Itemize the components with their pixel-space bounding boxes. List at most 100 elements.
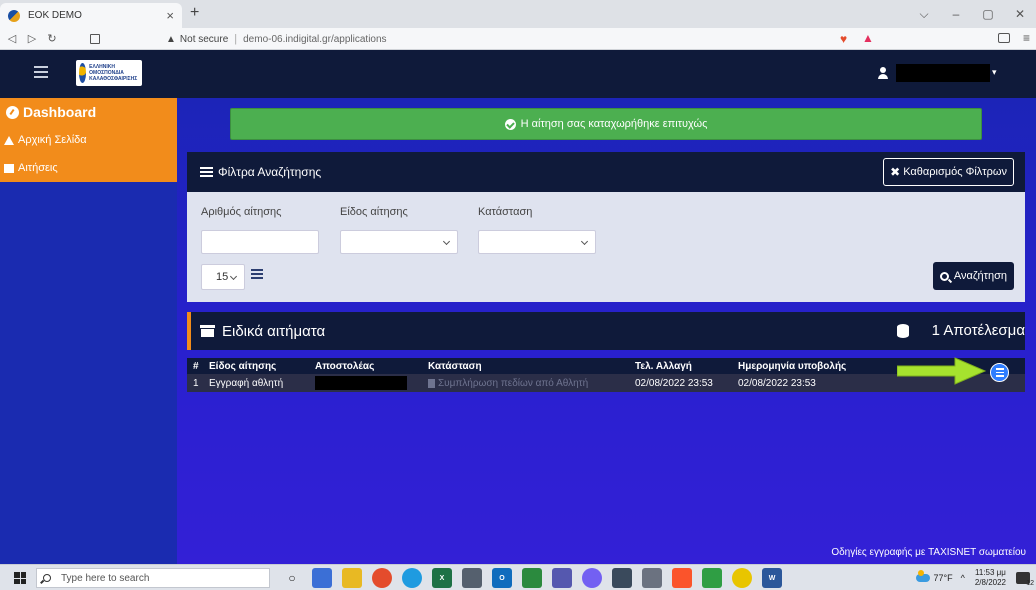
- weather-icon[interactable]: [915, 570, 930, 582]
- windows-start-icon[interactable]: [14, 572, 26, 584]
- search-label: Αναζήτηση: [953, 270, 1007, 282]
- list-icon: [251, 269, 263, 279]
- viber-icon[interactable]: [582, 568, 602, 588]
- minimize-icon[interactable]: –: [940, 0, 972, 28]
- application-number-label: Αριθμός αίτησης: [201, 206, 282, 218]
- browser-menu-icon[interactable]: ≡: [1023, 31, 1030, 45]
- brave-rewards-icon[interactable]: ▲: [862, 31, 874, 45]
- warning-icon: ▲: [166, 33, 176, 45]
- bookmark-icon[interactable]: [90, 33, 100, 44]
- filters-body: Αριθμός αίτησης Είδος αίτησης Κατάσταση …: [187, 192, 1025, 302]
- sidebar-dashboard[interactable]: Dashboard: [0, 98, 177, 126]
- sidebar-item-label: Αρχική Σελίδα: [18, 134, 87, 146]
- new-tab-button[interactable]: +: [190, 4, 199, 22]
- app-icon[interactable]: [462, 568, 482, 588]
- archive-icon: [200, 325, 215, 337]
- app-icon[interactable]: [702, 568, 722, 588]
- url-separator: |: [234, 33, 238, 45]
- logo-mark-icon: [79, 63, 87, 83]
- app-icon[interactable]: [612, 568, 632, 588]
- taskbar-search-input[interactable]: Type here to search: [36, 568, 270, 588]
- chrome-icon[interactable]: [372, 568, 392, 588]
- browser-tab-strip: EOK DEMO × + ⌵ – ▢ ✕: [0, 0, 1036, 28]
- search-icon: [939, 271, 949, 281]
- cortana-icon[interactable]: ○: [282, 568, 302, 588]
- reload-icon[interactable]: ↻: [44, 32, 60, 45]
- url-field[interactable]: ▲ Not secure | demo-06.indigital.gr/appl…: [166, 30, 886, 48]
- favicon-icon: [8, 9, 20, 22]
- windows-taskbar: Type here to search ○ X O W 77°F ^ 11:53…: [0, 564, 1036, 590]
- dashboard-icon: [6, 105, 19, 119]
- user-caret-icon[interactable]: ▾: [992, 67, 997, 78]
- close-icon: ✖: [890, 165, 901, 179]
- check-circle-icon: [504, 118, 516, 130]
- clock-date: 2/8/2022: [974, 578, 1006, 587]
- temperature[interactable]: 77°F: [934, 573, 953, 583]
- search-icon: [43, 574, 51, 582]
- url-text: demo-06.indigital.gr/applications: [243, 33, 387, 45]
- application-number-input[interactable]: [201, 230, 319, 254]
- clock-time: 11:53 μμ: [974, 568, 1006, 577]
- notification-icon[interactable]: 12: [1016, 572, 1034, 587]
- sidebar: Dashboard Αρχική Σελίδα Αιτήσεις: [0, 98, 177, 564]
- search-button[interactable]: Αναζήτηση: [932, 262, 1014, 290]
- document-icon: [428, 378, 435, 388]
- file-explorer-icon[interactable]: [342, 568, 362, 588]
- sidebar-item-home[interactable]: Αρχική Σελίδα: [0, 126, 177, 154]
- status-select[interactable]: [478, 230, 596, 254]
- taxisnet-instructions-link[interactable]: Οδηγίες εγγραφής με TAXISNET σωματείου: [831, 547, 1026, 558]
- application-type-select[interactable]: [340, 230, 458, 254]
- taskbar-apps: ○ X O W: [282, 568, 782, 588]
- browser-tab[interactable]: EOK DEMO ×: [0, 3, 182, 28]
- teams-icon[interactable]: [552, 568, 572, 588]
- user-icon[interactable]: [878, 67, 888, 79]
- main-content: Η αίτηση σας καταχωρήθηκε επιτυχώς Φίλτρ…: [177, 98, 1036, 564]
- system-tray: 77°F ^ 11:53 μμ 2/8/2022 12: [915, 565, 1036, 590]
- word-icon[interactable]: W: [762, 568, 782, 588]
- outlook-icon[interactable]: O: [492, 568, 512, 588]
- column-header[interactable]: Ημερομηνία υποβολής: [738, 361, 846, 372]
- hamburger-menu-icon[interactable]: [34, 66, 48, 78]
- sidebar-panel-icon[interactable]: [998, 33, 1010, 43]
- tabs-dropdown-icon[interactable]: ⌵: [908, 0, 940, 28]
- federation-logo[interactable]: ΕΛΛΗΝΙΚΗ ΟΜΟΣΠΟΝΔΙΑ ΚΑΛΑΘΟΣΦΑΙΡΙΣΗΣ: [76, 60, 142, 86]
- maximize-icon[interactable]: ▢: [972, 0, 1004, 28]
- column-header[interactable]: Αποστολέας: [315, 361, 374, 372]
- close-window-icon[interactable]: ✕: [1004, 0, 1036, 28]
- task-view-icon[interactable]: [312, 568, 332, 588]
- alert-message: Η αίτηση σας καταχωρήθηκε επιτυχώς: [520, 118, 708, 130]
- address-bar: ◁ ▷ ↻ ▲ Not secure | demo-06.indigital.g…: [0, 28, 1036, 50]
- excel-icon[interactable]: X: [432, 568, 452, 588]
- tab-close-icon[interactable]: ×: [166, 8, 174, 23]
- success-alert: Η αίτηση σας καταχωρήθηκε επιτυχώς: [230, 108, 982, 140]
- row-status-text: Συμπλήρωση πεδίων από Αθλητή: [438, 377, 589, 389]
- filters-header: Φίλτρα Αναζήτησης ✖ Καθαρισμός Φίλτρων: [187, 152, 1025, 192]
- row-index: 1: [193, 377, 199, 389]
- back-icon[interactable]: ◁: [4, 32, 20, 45]
- sidebar-item-label: Αιτήσεις: [18, 162, 58, 174]
- per-page-value: 15: [216, 271, 229, 283]
- brave-icon[interactable]: [672, 568, 692, 588]
- forward-icon[interactable]: ▷: [24, 32, 40, 45]
- column-header[interactable]: Τελ. Αλλαγή: [635, 361, 692, 372]
- edge-icon[interactable]: [402, 568, 422, 588]
- per-page-select[interactable]: 15: [201, 264, 245, 290]
- security-label: Not secure: [179, 33, 229, 45]
- home-icon: [4, 135, 14, 145]
- column-header[interactable]: Είδος αίτησης: [209, 361, 276, 372]
- app-icon[interactable]: [522, 568, 542, 588]
- app-icon[interactable]: [642, 568, 662, 588]
- taskbar-search-placeholder: Type here to search: [61, 572, 150, 584]
- clock[interactable]: 11:53 μμ 2/8/2022: [975, 568, 1006, 588]
- row-last-change: 02/08/2022 23:53: [635, 377, 713, 389]
- folder-icon: [4, 163, 14, 173]
- tray-chevron-icon[interactable]: ^: [961, 573, 965, 583]
- brave-shield-icon[interactable]: ♥: [840, 32, 847, 46]
- app-icon[interactable]: [732, 568, 752, 588]
- sidebar-item-applications[interactable]: Αιτήσεις: [0, 154, 177, 182]
- user-name-redacted[interactable]: [896, 64, 990, 82]
- column-header: #: [193, 360, 199, 372]
- column-header[interactable]: Κατάσταση: [428, 361, 482, 372]
- view-application-button[interactable]: [990, 363, 1009, 382]
- clear-filters-button[interactable]: ✖ Καθαρισμός Φίλτρων: [883, 158, 1014, 186]
